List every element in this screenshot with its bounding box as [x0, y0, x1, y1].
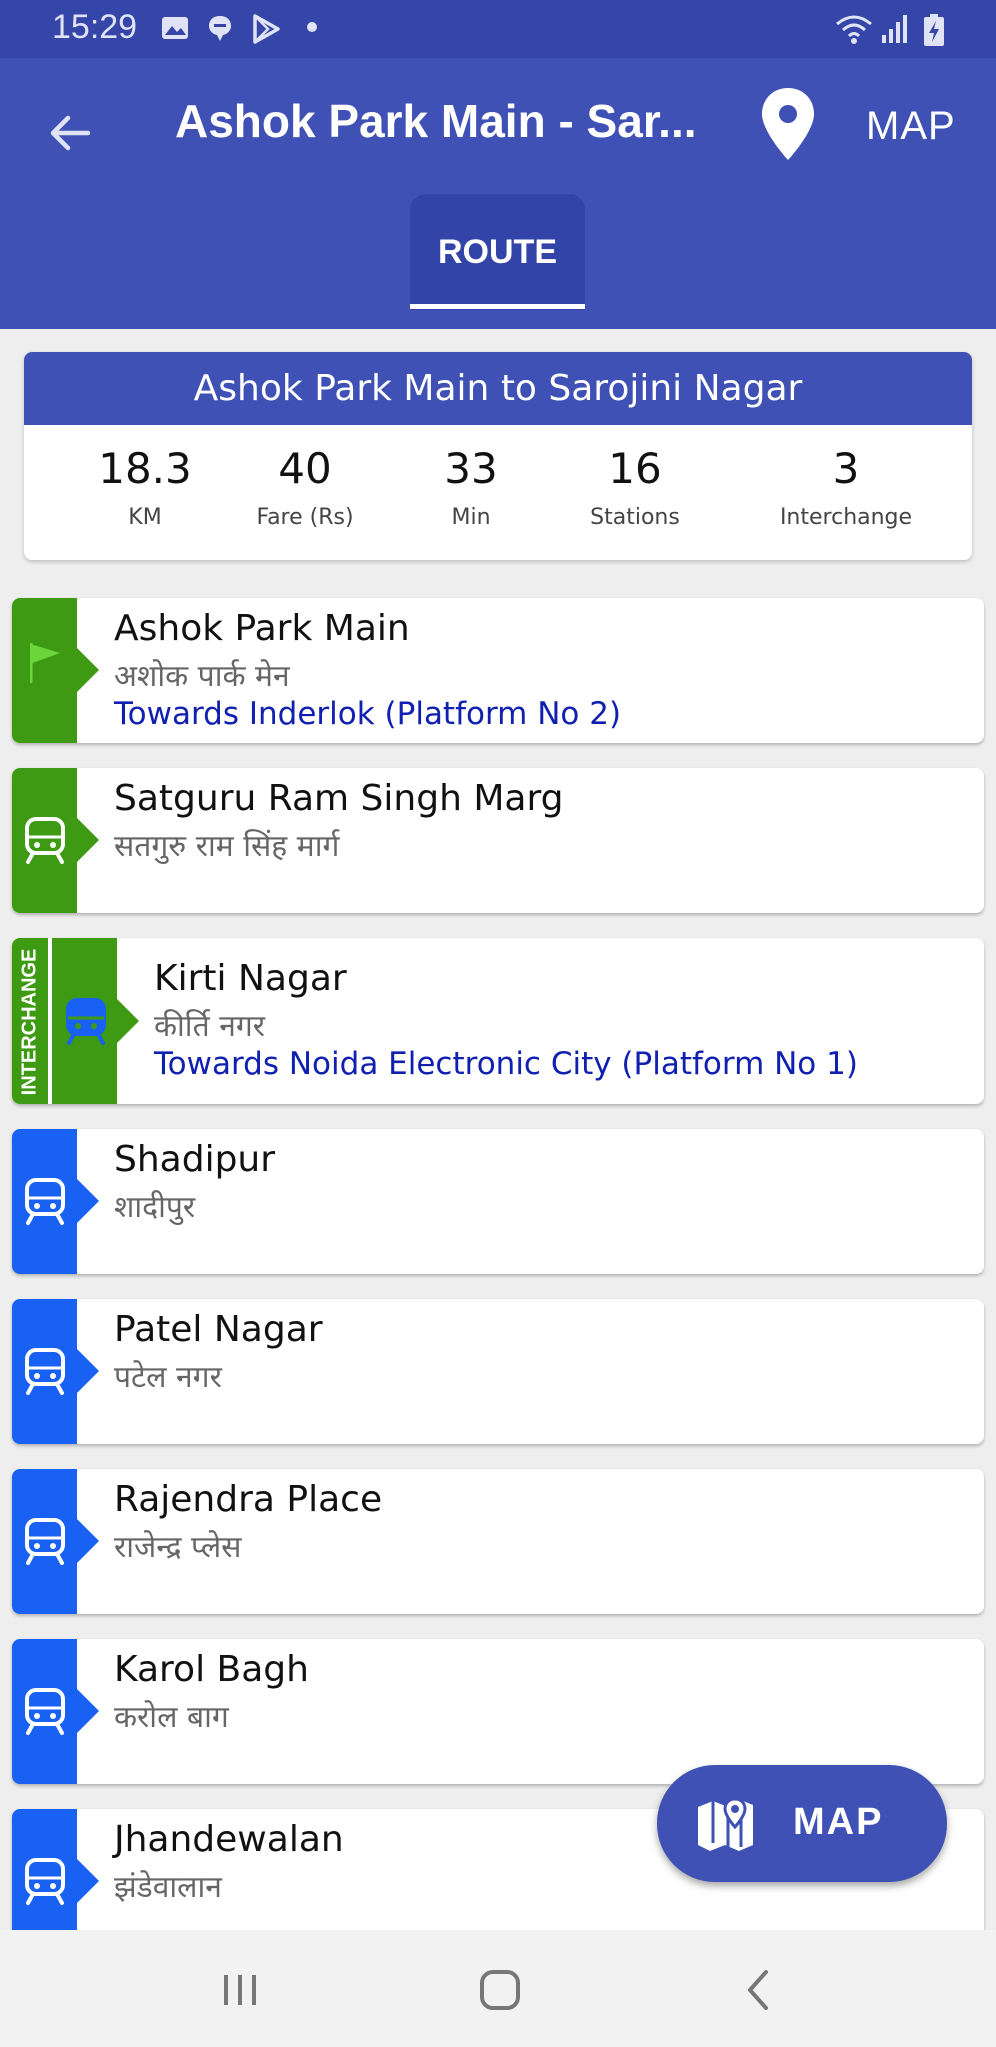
train-icon — [25, 817, 65, 864]
train-icon — [25, 1518, 65, 1565]
route-summary-heading: Ashok Park Main to Sarojini Nagar — [24, 352, 972, 425]
station-card[interactable]: Patel Nagar पटेल नगर — [12, 1299, 984, 1444]
dot-icon — [307, 22, 317, 32]
line-arrow — [77, 1519, 99, 1563]
platform-direction: Towards Noida Electronic City (Platform … — [154, 1046, 858, 1082]
line-strip-blue — [12, 1469, 77, 1614]
line-strip-green — [52, 938, 117, 1104]
home-icon[interactable] — [470, 1960, 530, 2020]
station-name: Karol Bagh — [114, 1649, 309, 1690]
train-icon — [25, 1688, 65, 1735]
chat-icon — [209, 16, 231, 41]
line-strip-blue — [12, 1299, 77, 1444]
location-pin-icon — [762, 88, 814, 160]
line-arrow — [77, 648, 99, 692]
station-name: Ashok Park Main — [114, 608, 410, 649]
interchange-label: INTERCHANGE — [18, 948, 41, 1096]
station-name-hindi: अशोक पार्क मेन — [114, 659, 290, 694]
system-nav-bar — [0, 1930, 996, 2047]
station-name: Patel Nagar — [114, 1309, 323, 1350]
station-name-hindi: करोल बाग — [114, 1700, 229, 1735]
signal-icon — [882, 15, 907, 43]
location-button[interactable] — [760, 86, 826, 186]
station-name: Shadipur — [114, 1139, 276, 1180]
arrow-left-icon — [50, 115, 91, 151]
battery-charging-icon — [924, 14, 944, 46]
tab-indicator — [410, 304, 585, 309]
map-fab-label: MAP — [793, 1801, 884, 1843]
station-card[interactable]: Rajendra Place राजेन्द्र प्लेस — [12, 1469, 984, 1614]
train-icon — [25, 1348, 65, 1395]
stat-stations: 16 Stations — [535, 444, 735, 530]
line-arrow — [77, 1859, 99, 1903]
line-strip-blue — [12, 1639, 77, 1784]
page-title: Ashok Park Main - Sar... — [175, 95, 697, 147]
route-summary-card: Ashok Park Main to Sarojini Nagar 18.3 K… — [24, 352, 972, 560]
line-strip-blue — [12, 1129, 77, 1274]
station-card[interactable]: Ashok Park Main अशोक पार्क मेन Towards I… — [12, 598, 984, 743]
station-name-hindi: कीर्ति नगर — [154, 1009, 266, 1044]
stat-label: Interchange — [779, 505, 913, 530]
interchange-strip: INTERCHANGE — [12, 938, 48, 1104]
recents-icon[interactable] — [210, 1960, 270, 2020]
image-icon — [162, 17, 188, 39]
station-name-hindi: शादीपुर — [114, 1190, 196, 1225]
train-icon — [25, 1178, 65, 1225]
wifi-icon — [836, 15, 872, 44]
back-icon[interactable] — [730, 1960, 790, 2020]
train-icon — [66, 998, 106, 1045]
line-strip-green — [12, 598, 77, 743]
train-icon — [25, 1858, 65, 1905]
back-button[interactable] — [40, 98, 100, 168]
app-bar: Ashok Park Main - Sar... MAP ROUTE — [0, 58, 996, 329]
map-action-button[interactable]: MAP — [866, 104, 956, 149]
line-arrow — [77, 1349, 99, 1393]
line-arrow — [77, 818, 99, 862]
status-time: 15:29 — [52, 8, 138, 46]
flag-icon — [30, 643, 60, 683]
station-card[interactable]: Karol Bagh करोल बाग — [12, 1639, 984, 1784]
station-name-hindi: झंडेवालान — [114, 1870, 222, 1905]
stat-interchange: 3 Interchange — [746, 444, 946, 530]
station-name: Rajendra Place — [114, 1479, 383, 1520]
station-name-hindi: पटेल नगर — [114, 1360, 222, 1395]
line-arrow — [77, 1179, 99, 1223]
line-arrow — [77, 1689, 99, 1733]
station-name: Satguru Ram Singh Marg — [114, 778, 564, 819]
station-card[interactable]: Satguru Ram Singh Marg सतगुरु राम सिंह म… — [12, 768, 984, 913]
station-name: Jhandewalan — [114, 1819, 344, 1860]
station-card[interactable]: Shadipur शादीपुर — [12, 1129, 984, 1274]
status-bar: 15:29 — [0, 0, 996, 58]
map-icon — [698, 1797, 753, 1851]
play-store-icon — [253, 14, 280, 44]
platform-direction: Towards Inderlok (Platform No 2) — [114, 696, 622, 732]
station-name: Kirti Nagar — [154, 958, 347, 999]
station-name-hindi: राजेन्द्र प्लेस — [114, 1530, 242, 1565]
station-card-interchange[interactable]: INTERCHANGE Kirti Nagar कीर्ति नगर Towar… — [12, 938, 984, 1104]
line-strip-green — [12, 768, 77, 913]
map-fab-button[interactable]: MAP — [657, 1765, 947, 1882]
tab-route[interactable]: ROUTE — [410, 194, 585, 310]
stat-value: 3 — [832, 444, 860, 493]
stat-label: Stations — [590, 505, 680, 530]
stat-value: 16 — [608, 444, 662, 493]
station-name-hindi: सतगुरु राम सिंह मार्ग — [114, 829, 340, 864]
line-arrow — [117, 999, 139, 1043]
